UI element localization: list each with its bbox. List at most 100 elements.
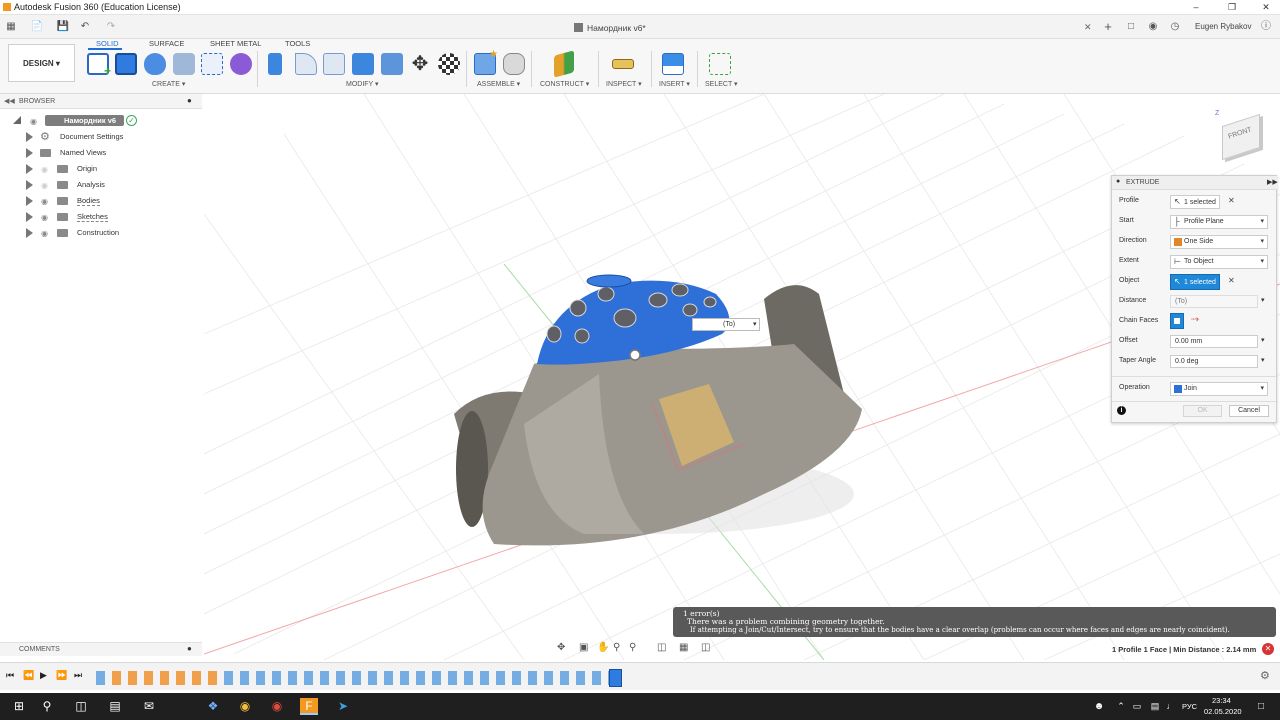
ok-button[interactable]: OK [1183, 405, 1222, 417]
create-group-label[interactable]: CREATE ▾ [152, 80, 185, 88]
expand-arrow-icon[interactable] [26, 132, 33, 142]
notifications-icon[interactable]: ◷ [1168, 20, 1182, 33]
press-pull-icon[interactable] [268, 53, 282, 75]
browser-item-bodies[interactable]: ◉ Bodies [0, 193, 202, 209]
clear-object-icon[interactable]: ✕ [1228, 276, 1235, 285]
hole-icon[interactable] [173, 53, 195, 75]
expanded-icon[interactable] [13, 116, 21, 124]
undo-icon[interactable]: ↶ [78, 20, 92, 33]
chain-faces-off-toggle[interactable]: ⤑ [1190, 313, 1204, 329]
clock-date[interactable]: 02.05.2020 [1204, 707, 1242, 716]
maximize-button[interactable]: ❐ [1220, 1, 1244, 14]
mail-icon[interactable]: ✉ [140, 698, 158, 715]
chat-icon[interactable]: □ [1124, 20, 1138, 33]
visibility-eye-icon[interactable]: ◉ [41, 181, 48, 190]
store-icon[interactable]: ▤ [106, 698, 124, 715]
grid-settings-icon[interactable]: ▦ [679, 642, 688, 653]
go-to-start-icon[interactable]: ⏮ [6, 670, 14, 681]
new-tab-icon[interactable]: + [1101, 20, 1115, 33]
step-forward-icon[interactable]: ⏩ [56, 670, 67, 681]
pattern-icon[interactable] [201, 53, 223, 75]
taper-field[interactable]: 0.0 deg [1170, 355, 1258, 368]
help-icon[interactable]: ⓘ [1259, 20, 1273, 33]
chrome-icon[interactable]: ◉ [236, 698, 254, 715]
browser-item-construction[interactable]: ◉ Construction [0, 225, 202, 241]
revolve-icon[interactable] [144, 53, 166, 75]
cancel-button[interactable]: Cancel [1229, 405, 1269, 417]
chevron-down-icon[interactable]: ▾ [1261, 296, 1265, 304]
offset-plane-icon[interactable] [554, 50, 574, 78]
start-select[interactable]: ├ Profile Plane [1170, 215, 1268, 229]
play-icon[interactable]: ▶ [40, 670, 47, 681]
visibility-eye-icon[interactable]: ◉ [41, 165, 48, 174]
fusion360-taskbar-icon[interactable]: F [300, 698, 318, 715]
error-status-icon[interactable]: ✕ [1262, 643, 1274, 655]
construct-group-label[interactable]: CONSTRUCT ▾ [540, 80, 589, 88]
object-selector[interactable]: ↖ 1 selected [1170, 274, 1220, 290]
zoom-icon[interactable]: ⚲ [613, 642, 620, 653]
insert-image-icon[interactable] [662, 53, 684, 75]
visibility-eye-icon[interactable]: ◉ [41, 213, 48, 222]
viewports-icon[interactable]: ◫ [701, 642, 710, 653]
insert-group-label[interactable]: INSERT ▾ [659, 80, 690, 88]
battery-icon[interactable]: ▭ [1128, 698, 1146, 715]
distance-field[interactable]: (To) [1170, 295, 1258, 308]
go-to-end-icon[interactable]: ⏭ [74, 670, 82, 681]
combine-icon[interactable] [381, 53, 403, 75]
operation-select[interactable]: Join [1170, 382, 1268, 396]
manipulator-handle[interactable] [629, 349, 641, 361]
move-icon[interactable]: ✥ [409, 53, 431, 75]
language-indicator[interactable]: РУС [1182, 702, 1197, 711]
jobs-icon[interactable]: ◉ [1146, 20, 1160, 33]
tab-surface[interactable]: SURFACE [149, 39, 184, 48]
collapse-icon[interactable]: ◀◀ [4, 97, 15, 105]
document-tab[interactable]: Намордник v6* ✕ [560, 17, 1100, 39]
redo-icon[interactable]: ↷ [104, 20, 118, 33]
browser-item-analysis[interactable]: ◉ Analysis [0, 177, 202, 193]
modify-group-label[interactable]: MODIFY ▾ [346, 80, 379, 88]
file-menu-icon[interactable]: 📄 [30, 20, 44, 33]
browser-item-named-views[interactable]: Named Views [0, 145, 202, 161]
select-icon[interactable] [709, 53, 731, 75]
extrude-icon[interactable] [115, 53, 137, 75]
display-settings-icon[interactable]: ◫ [657, 642, 666, 653]
browser-options-icon[interactable]: ● [187, 96, 192, 105]
notification-center-icon[interactable]: □ [1252, 698, 1270, 715]
viewcube[interactable]: FRONT Z [1212, 110, 1272, 166]
appearance-icon[interactable] [438, 53, 460, 75]
visibility-eye-icon[interactable]: ◉ [41, 197, 48, 206]
grid-menu-icon[interactable]: ▦ [4, 20, 18, 33]
expand-arrow-icon[interactable] [26, 148, 33, 158]
close-tab-icon[interactable]: ✕ [1084, 22, 1092, 33]
user-tray-icon[interactable]: ☻ [1090, 698, 1108, 715]
app-icon[interactable]: ❖ [204, 698, 222, 715]
tab-sheet-metal[interactable]: SHEET METAL [210, 39, 261, 48]
expand-arrow-icon[interactable] [26, 212, 33, 222]
tab-solid[interactable]: SOLID [96, 39, 119, 48]
workspace-switcher[interactable]: DESIGN ▾ [8, 44, 75, 82]
chrome-icon[interactable]: ◉ [268, 698, 286, 715]
create-form-icon[interactable] [230, 53, 252, 75]
create-sketch-icon[interactable]: + [87, 53, 111, 78]
joint-icon[interactable] [503, 53, 525, 75]
direction-select[interactable]: One Side [1170, 235, 1268, 249]
telegram-icon[interactable]: ➤ [334, 698, 352, 715]
task-view-icon[interactable]: ◫ [72, 698, 90, 715]
close-window-button[interactable]: ✕ [1254, 1, 1278, 14]
browser-item-sketches[interactable]: ◉ Sketches [0, 209, 202, 225]
browser-root-row[interactable]: ◉ Намордник v6 ✓ [0, 113, 202, 129]
volume-icon[interactable]: ♩ [1162, 698, 1180, 715]
browser-item-document-settings[interactable]: ⚙ Document Settings [0, 129, 202, 145]
measure-icon[interactable] [612, 59, 634, 69]
windows-start-icon[interactable]: ⊞ [10, 698, 28, 715]
extrude-header[interactable]: ● EXTRUDE ▶▶ [1112, 176, 1278, 190]
save-icon[interactable]: 💾 [56, 20, 70, 33]
look-at-icon[interactable]: ▣ [579, 642, 588, 653]
extent-select[interactable]: ⊢ To Object [1170, 255, 1268, 269]
distance-input[interactable]: (To) ▾ [692, 318, 760, 331]
dialog-options-icon[interactable]: ● [1116, 178, 1120, 185]
info-icon[interactable]: i [1117, 406, 1126, 415]
inspect-group-label[interactable]: INSPECT ▾ [606, 80, 642, 88]
expand-dialog-icon[interactable]: ▶▶ [1267, 178, 1278, 186]
user-name[interactable]: Eugen Rybakov [1195, 22, 1251, 31]
